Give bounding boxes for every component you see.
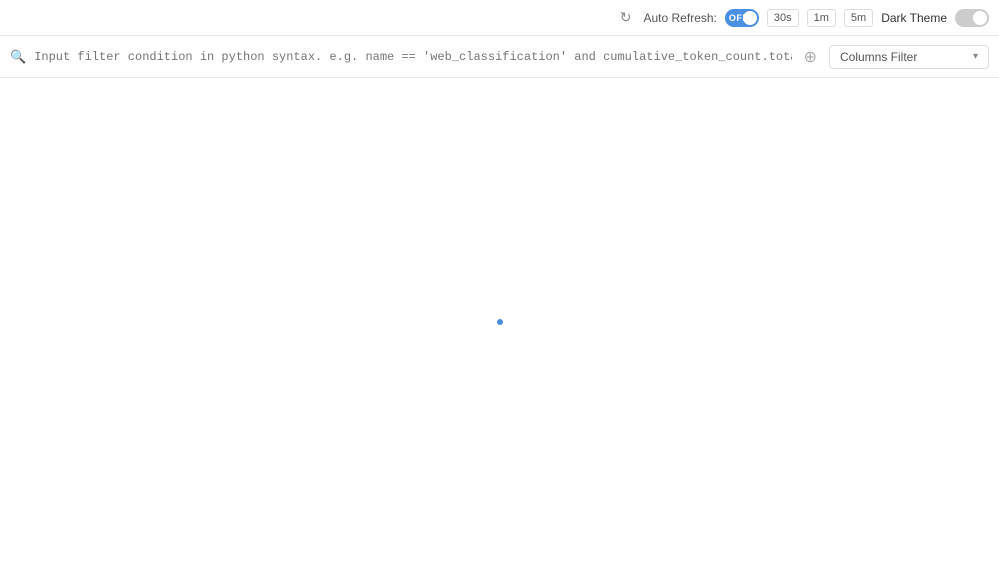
search-icon: 🔍 [10,49,26,65]
auto-refresh-label: Auto Refresh: [644,11,717,25]
add-filter-button[interactable]: ⊕ [800,47,821,67]
columns-filter-dropdown[interactable]: Columns Filter ▾ [829,45,989,69]
refresh-button[interactable]: ↻ [616,7,636,28]
interval-30s-button[interactable]: 30s [767,9,799,27]
filter-input[interactable] [34,50,791,64]
dark-theme-label: Dark Theme [881,11,947,25]
dark-theme-toggle-knob [973,11,987,25]
chevron-down-icon: ▾ [973,51,978,62]
interval-1m-button[interactable]: 1m [807,9,836,27]
auto-refresh-toggle[interactable]: OFF [725,9,759,27]
loading-indicator [497,319,503,325]
main-content [0,78,999,565]
columns-filter-label: Columns Filter [840,50,917,64]
dark-theme-toggle[interactable] [955,9,989,27]
interval-5m-button[interactable]: 5m [844,9,873,27]
refresh-icon: ↻ [620,9,632,26]
toggle-knob [743,11,757,25]
toolbar: ↻ Auto Refresh: OFF 30s 1m 5m Dark Theme [0,0,999,36]
filter-bar: 🔍 ⊕ Columns Filter ▾ [0,36,999,78]
